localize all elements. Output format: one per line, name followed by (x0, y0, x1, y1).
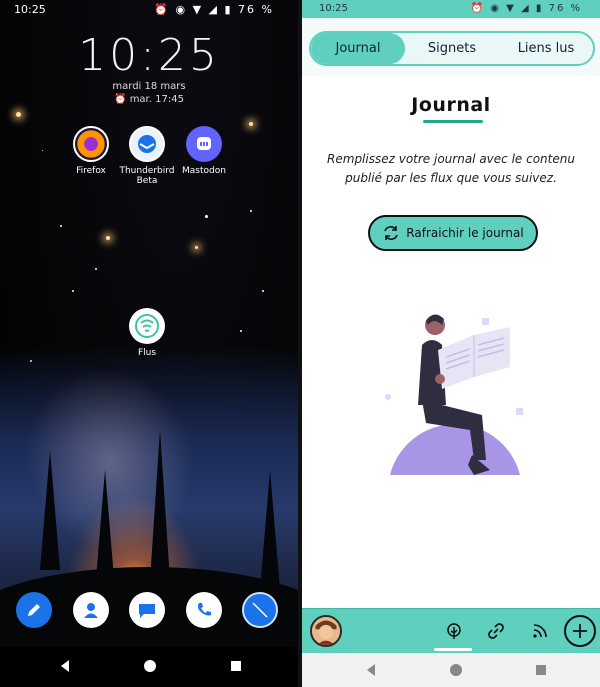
title-underline (423, 120, 483, 123)
back-icon[interactable] (364, 663, 378, 677)
clock-alarm: ⏰ mar. 17:45 (0, 94, 298, 105)
intro-text: Remplissez votre journal avec le contenu… (327, 152, 575, 185)
tab-signets[interactable]: Signets (405, 33, 499, 64)
alarm-time: mar. 17:45 (129, 94, 184, 105)
status-icons: ⏰ ◉ ▼ ◢ ▮ 76 % (154, 3, 274, 16)
recents-icon[interactable] (534, 663, 548, 677)
clock-date: mardi 18 mars (112, 81, 186, 92)
app-label: Flus (137, 348, 157, 358)
reading-person-illustration (385, 314, 523, 475)
tree (260, 470, 280, 590)
firefox-icon (73, 126, 109, 162)
star (262, 290, 264, 292)
tree (40, 450, 60, 570)
page-title: Journal (411, 94, 491, 116)
star (42, 150, 43, 151)
bottom-nav (302, 608, 600, 653)
home-icon[interactable] (449, 663, 463, 677)
app-mastodon[interactable]: Mastodon (169, 126, 239, 176)
news-icon[interactable] (440, 617, 468, 645)
app-label: Mastodon (182, 166, 226, 176)
star (60, 225, 62, 227)
thunderbird-icon (129, 126, 165, 162)
star (106, 236, 110, 240)
star (16, 112, 21, 117)
avatar-image (312, 617, 340, 645)
status-bar: 10:25 ⏰ ◉ ▼ ◢ ▮ 76 % (302, 0, 600, 18)
alarm-icon: ⏰ (114, 94, 127, 105)
rss-icon[interactable] (526, 617, 554, 645)
star (240, 330, 242, 332)
contacts-icon[interactable] (73, 592, 109, 628)
refresh-journal-button[interactable]: Rafraichir le journal (368, 215, 538, 251)
messages-icon[interactable] (129, 592, 165, 628)
battery-level: 76 % (238, 3, 274, 16)
refresh-icon (384, 226, 399, 240)
home-screen: 10:25 ⏰ ◉ ▼ ◢ ▮ 76 % 10:25 mardi 18 mars… (0, 0, 298, 687)
tab-liens-lus[interactable]: Liens lus (499, 33, 593, 64)
home-icon[interactable] (143, 659, 157, 673)
status-icons: ⏰ ◉ ▼ ◢ ▮ 76 % (470, 3, 582, 14)
flus-app: 10:25 ⏰ ◉ ▼ ◢ ▮ 76 % Journal Signets Lie… (302, 0, 600, 687)
battery-level: 76 % (548, 3, 582, 14)
pencil-icon[interactable] (16, 592, 52, 628)
tab-bar: Journal Signets Liens lus (309, 31, 595, 66)
dock (0, 592, 298, 632)
link-icon[interactable] (482, 617, 510, 645)
status-bar: 10:25 ⏰ ◉ ▼ ◢ ▮ 76 % (0, 0, 298, 20)
star (72, 290, 74, 292)
refresh-label: Rafraichir le journal (406, 226, 524, 240)
recents-icon[interactable] (229, 659, 243, 673)
status-time: 10:25 (319, 3, 348, 14)
back-icon[interactable] (58, 659, 72, 673)
system-nav-bar (302, 653, 600, 687)
star (205, 215, 208, 218)
star (95, 268, 97, 270)
clock-time: 10:25 (78, 30, 220, 81)
compass-icon[interactable] (242, 592, 278, 628)
system-nav-bar (0, 647, 298, 687)
flus-icon (129, 308, 165, 344)
star (195, 246, 198, 249)
active-nav-indicator (434, 648, 472, 651)
add-icon[interactable] (564, 615, 596, 647)
mastodon-icon (186, 126, 222, 162)
app-flus[interactable]: Flus (112, 308, 182, 358)
tree (150, 430, 170, 580)
status-time: 10:25 (14, 3, 46, 16)
lock-clock: 10:25 mardi 18 mars ⏰ mar. 17:45 (0, 30, 298, 105)
avatar[interactable] (310, 615, 342, 647)
star (250, 210, 252, 212)
tab-journal[interactable]: Journal (311, 33, 405, 64)
star (249, 122, 253, 126)
phone-icon[interactable] (186, 592, 222, 628)
